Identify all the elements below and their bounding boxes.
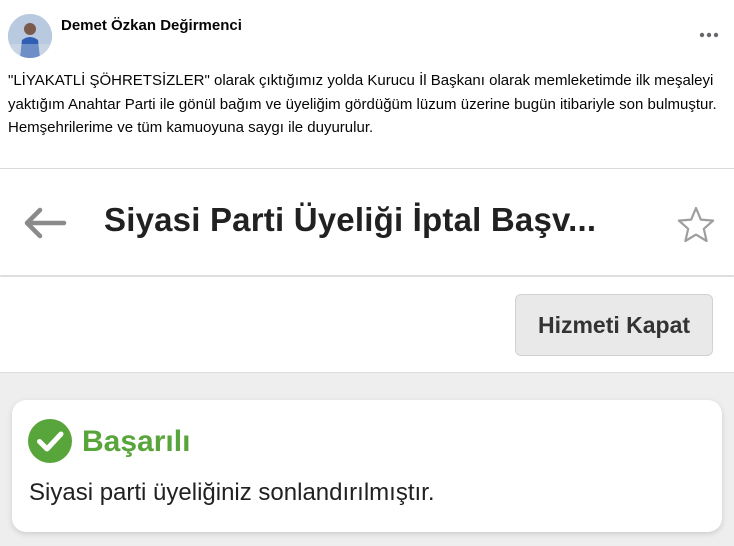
close-service-button[interactable]: Hizmeti Kapat (515, 294, 713, 356)
post-text: "LİYAKATLİ ŞÖHRETSİZLER" olarak çıktığım… (8, 69, 726, 140)
author-name[interactable]: Demet Özkan Değirmenci (61, 17, 242, 34)
author-avatar[interactable] (8, 14, 52, 58)
shared-screenshot: Siyasi Parti Üyeliği İptal Başv... Hizme… (0, 169, 734, 546)
post-paragraph: "LİYAKATLİ ŞÖHRETSİZLER" olarak çıktığım… (8, 72, 717, 113)
arrow-left-icon[interactable] (20, 205, 68, 241)
success-card: Başarılı Siyasi parti üyeliğiniz sonland… (12, 400, 722, 532)
ellipsis-icon[interactable] (696, 22, 722, 48)
post-paragraph: Hemşehrilerime ve tüm kamuoyuna saygı il… (8, 119, 374, 136)
status-message: Siyasi parti üyeliğiniz sonlandırılmıştı… (29, 479, 435, 506)
star-outline-icon[interactable] (676, 205, 716, 245)
facebook-post: Demet Özkan Değirmenci "LİYAKATLİ ŞÖHRET… (0, 0, 734, 168)
action-bar: Hizmeti Kapat (0, 277, 734, 373)
page-title: Siyasi Parti Üyeliği İptal Başv... (104, 201, 597, 238)
app-bar: Siyasi Parti Üyeliği İptal Başv... (0, 169, 734, 275)
check-circle-icon (27, 418, 73, 464)
status-title: Başarılı (82, 425, 191, 458)
